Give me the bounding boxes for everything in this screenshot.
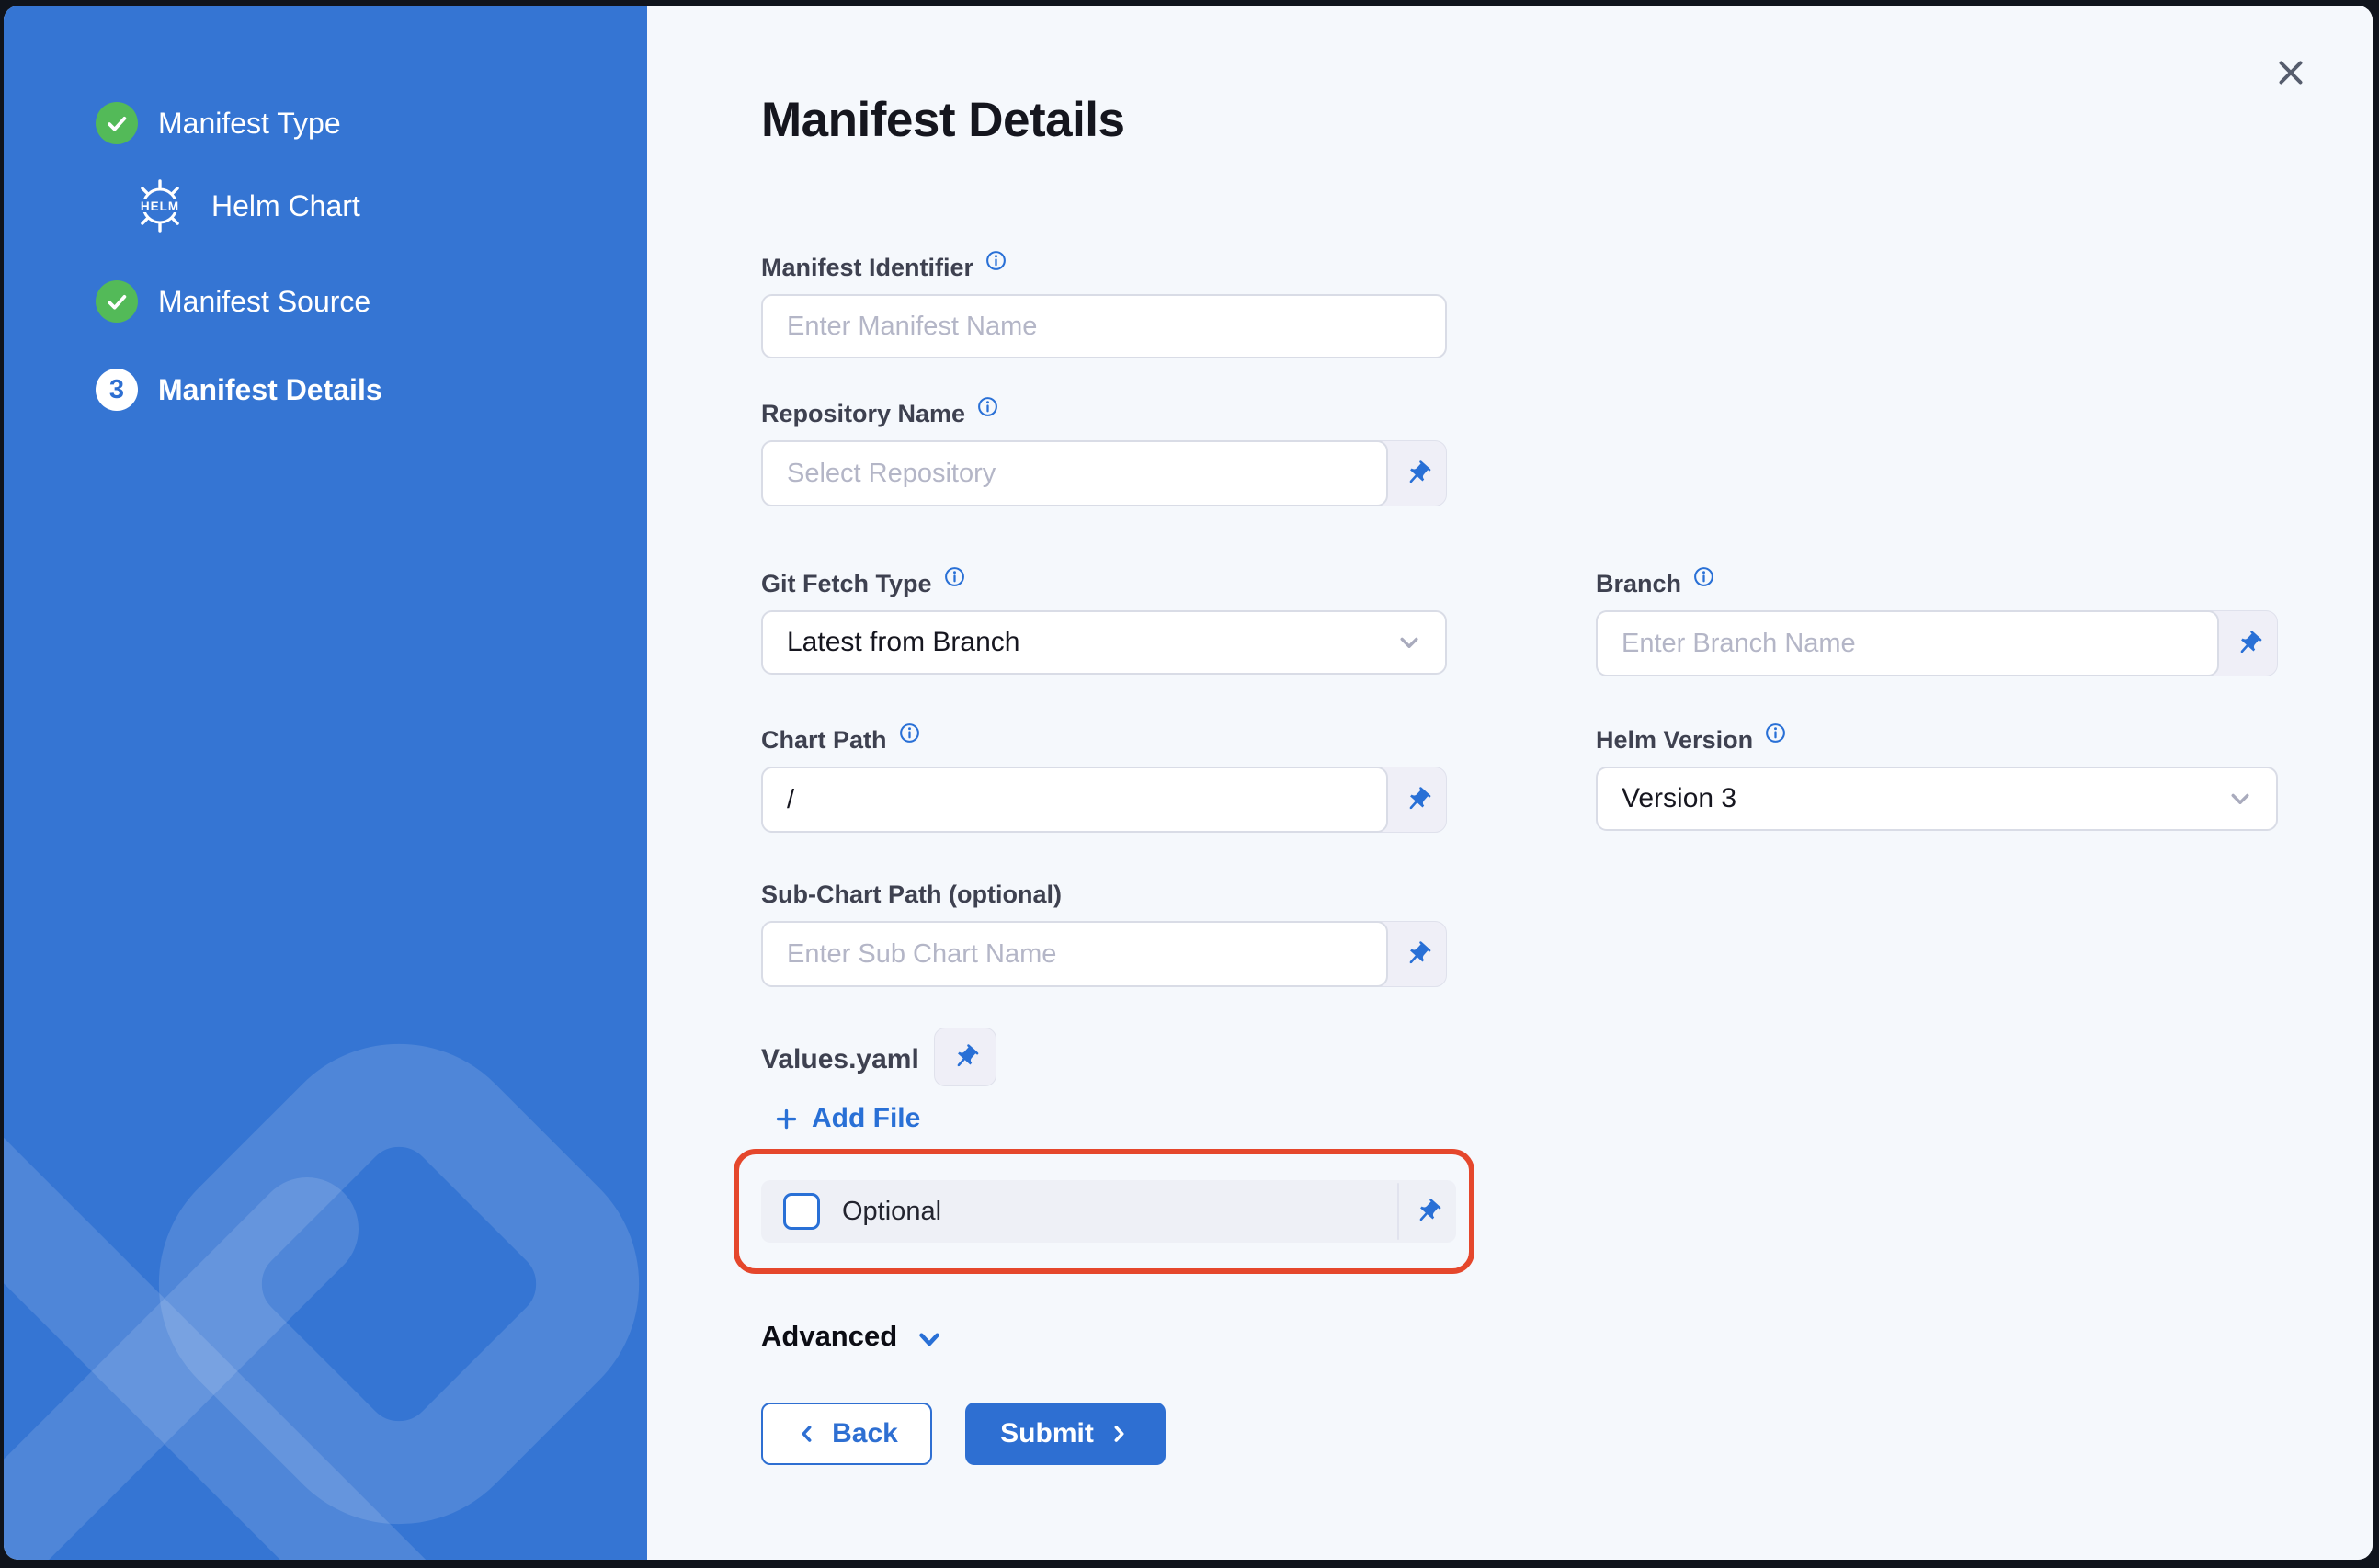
manifest-identifier-control [761, 294, 1447, 358]
helm-icon: HELM [131, 176, 189, 235]
pin-button[interactable] [1389, 441, 1446, 506]
harness-logo-watermark [4, 1008, 647, 1560]
pin-icon [1404, 786, 1432, 814]
info-icon[interactable] [976, 395, 999, 425]
add-file-button[interactable]: Add File [774, 1103, 920, 1134]
helm-version-select[interactable]: Version 3 [1596, 767, 2278, 831]
helm-version-label: Helm Version [1596, 724, 2278, 756]
step-label: Helm Chart [211, 189, 360, 223]
info-icon[interactable] [943, 565, 966, 595]
repository-name-control [761, 440, 1447, 506]
svg-text:HELM: HELM [141, 199, 179, 213]
pin-button[interactable] [2220, 611, 2277, 676]
optional-checkbox-label: Optional [842, 1197, 1397, 1227]
optional-file-row: Optional [761, 1180, 1456, 1243]
git-fetch-type-label: Git Fetch Type [761, 568, 1447, 599]
step-manifest-source[interactable]: Manifest Source [96, 278, 629, 325]
pin-button[interactable] [1389, 922, 1446, 986]
pin-icon [1414, 1198, 1442, 1226]
wizard-footer-buttons: Back Submit [761, 1403, 1166, 1465]
chevron-right-icon [1107, 1422, 1131, 1446]
chevron-down-icon [914, 1324, 945, 1355]
sub-chart-path-group: Sub-Chart Path (optional) [761, 879, 1447, 987]
pin-icon [2235, 630, 2263, 658]
values-yaml-label: Values.yaml [761, 1044, 919, 1075]
info-icon[interactable] [985, 249, 1007, 278]
manifest-details-panel: Manifest Details Manifest Identifier Rep… [647, 6, 2373, 1560]
sub-chart-path-label: Sub-Chart Path (optional) [761, 879, 1447, 910]
optional-checkbox[interactable] [783, 1193, 820, 1230]
step-label: Manifest Type [158, 107, 341, 141]
info-icon[interactable] [1764, 722, 1787, 751]
step-label: Manifest Details [158, 373, 382, 407]
page-title: Manifest Details [761, 92, 1125, 148]
step-helm-chart: HELM Helm Chart [96, 182, 629, 230]
pin-icon [1404, 940, 1432, 969]
step-manifest-details[interactable]: 3 Manifest Details [96, 366, 629, 414]
info-icon[interactable] [898, 722, 921, 751]
chart-path-input[interactable] [761, 767, 1388, 833]
pin-icon [1404, 460, 1432, 488]
chevron-down-icon [1394, 627, 1425, 658]
sub-chart-path-input[interactable] [761, 921, 1388, 987]
pin-button[interactable] [1399, 1180, 1456, 1243]
chart-path-group: Chart Path [761, 724, 1447, 833]
pin-icon [951, 1043, 980, 1072]
repository-name-input[interactable] [761, 440, 1388, 506]
manifest-identifier-group: Manifest Identifier [761, 252, 1447, 358]
chevron-down-icon [2225, 783, 2256, 814]
chevron-left-icon [795, 1422, 819, 1446]
wizard-sidebar: Manifest Type [4, 6, 647, 1560]
branch-input[interactable] [1596, 610, 2219, 676]
step-complete-check-icon [96, 280, 138, 323]
manifest-wizard-dialog: Manifest Type [4, 6, 2373, 1560]
submit-button[interactable]: Submit [965, 1403, 1166, 1465]
advanced-toggle[interactable]: Advanced [761, 1318, 945, 1355]
step-manifest-type[interactable]: Manifest Type [96, 99, 629, 147]
step-complete-check-icon [96, 102, 138, 144]
sub-chart-path-control [761, 921, 1447, 987]
manifest-identifier-input[interactable] [761, 294, 1447, 358]
plus-icon [774, 1107, 799, 1131]
pin-button[interactable] [1389, 767, 1446, 832]
wizard-steps: Manifest Type [96, 99, 629, 414]
branch-control [1596, 610, 2278, 676]
git-fetch-type-select[interactable]: Latest from Branch [761, 610, 1447, 675]
values-yaml-pin-button[interactable] [934, 1028, 996, 1086]
helm-version-group: Helm Version Version 3 [1596, 724, 2278, 831]
back-button[interactable]: Back [761, 1403, 932, 1465]
repository-name-group: Repository Name [761, 398, 1447, 506]
info-icon[interactable] [1692, 565, 1715, 595]
chart-path-control [761, 767, 1447, 833]
chart-path-label: Chart Path [761, 724, 1447, 756]
step-number-badge: 3 [96, 369, 138, 411]
branch-group: Branch [1596, 568, 2278, 676]
git-fetch-type-group: Git Fetch Type Latest from Branch [761, 568, 1447, 675]
branch-label: Branch [1596, 568, 2278, 599]
step-label: Manifest Source [158, 285, 370, 319]
manifest-identifier-label: Manifest Identifier [761, 252, 1447, 283]
repository-name-label: Repository Name [761, 398, 1447, 429]
close-icon[interactable] [2270, 51, 2312, 94]
